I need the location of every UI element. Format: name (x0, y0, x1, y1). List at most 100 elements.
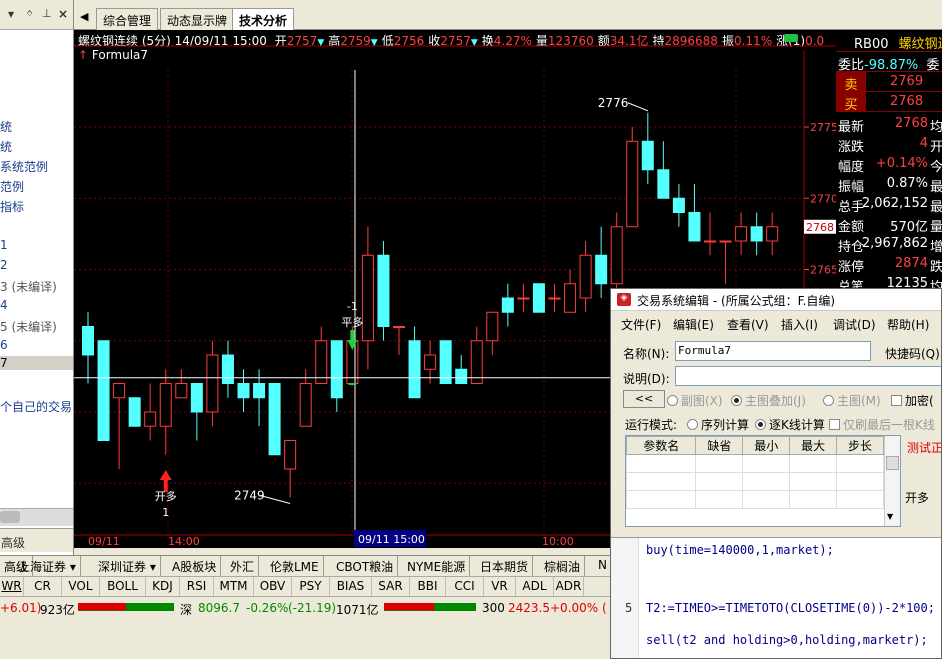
tree-item[interactable]: 系统范例 (0, 158, 48, 175)
tab-dynamic-board[interactable]: 动态显示牌 (160, 8, 235, 30)
code-line[interactable]: buy(time=140000,1,market); (646, 543, 834, 557)
menu-file[interactable]: 文件(F) (621, 316, 661, 333)
menu-view[interactable]: 查看(V) (727, 316, 769, 333)
param-header[interactable]: 缺省 (695, 436, 744, 455)
chart-option-main[interactable]: 主图(M) (823, 392, 881, 409)
refresh-last-bar-checkbox[interactable]: 仅刷最后一根K线 (829, 416, 935, 433)
candle-body (159, 383, 172, 427)
indicator-boll[interactable]: BOLL (100, 577, 146, 596)
indicator-obv[interactable]: OBV (254, 577, 292, 596)
tree-item[interactable]: 统 (0, 118, 12, 135)
code-editor[interactable]: 5 buy(time=140000,1,market); T2:=TIMEO>=… (611, 537, 941, 658)
quote-row-label: 幅度 (838, 160, 865, 175)
pin-icon[interactable]: ⊥ (42, 7, 52, 20)
param-header[interactable]: 最小 (742, 436, 791, 455)
candle-body (486, 311, 499, 342)
tab-forex[interactable]: 外汇 (226, 556, 260, 576)
menu-insert[interactable]: 插入(I) (781, 316, 818, 333)
quote-row-value: +0.14% (875, 156, 928, 171)
tab-scroll-left-icon[interactable]: ◀ (80, 10, 88, 23)
indicator-adr[interactable]: ADR (554, 577, 584, 596)
menu-edit[interactable]: 编辑(E) (673, 316, 714, 333)
indicator-cci[interactable]: CCI (446, 577, 484, 596)
quote-row-label: 持仓 (838, 240, 865, 255)
indicator-bias[interactable]: BIAS (330, 577, 372, 596)
indicator-rsi[interactable]: RSI (180, 577, 214, 596)
run-mode-series[interactable]: 序列计算 (687, 416, 749, 433)
test-label: 测试正 (907, 441, 942, 455)
candle-body (657, 169, 670, 199)
code-line[interactable]: sell(t2 and holding>0,holding,marketr); (646, 633, 928, 647)
code-line[interactable]: T2:=TIMEO>=TIMETOTO(CLOSETIME(0))-2*100; (646, 601, 935, 615)
quote-row-label: 金额 (838, 220, 865, 235)
tab-lme[interactable]: 伦敦LME (266, 556, 324, 576)
sh-breadth-bar (78, 603, 174, 611)
indicator-sar[interactable]: SAR (372, 577, 410, 596)
indicator-kdj[interactable]: KDJ (146, 577, 180, 596)
quote-row: 总手 2,062,152 最 (836, 194, 942, 215)
tab-shenzhen[interactable]: 深圳证券 ▾ (94, 556, 161, 576)
tab-a-share-board[interactable]: A股板块 (168, 556, 222, 576)
indicator-vol[interactable]: VOL (62, 577, 100, 596)
tree-item[interactable]: 个自己的交易 (0, 398, 72, 415)
tree-item[interactable]: 指标 (0, 198, 24, 215)
tab-nymex[interactable]: NYME能源 (403, 556, 471, 576)
tree-item[interactable]: 1 (0, 238, 8, 252)
param-scrollbar[interactable]: ▼ (884, 436, 900, 526)
param-row[interactable] (625, 472, 884, 491)
run-mode-per-bar[interactable]: 逐K线计算 (755, 416, 825, 433)
chart-option-sub[interactable]: 副图(X) (667, 392, 723, 409)
tab-cbot[interactable]: CBOT粮油 (332, 556, 399, 576)
scrollbar-thumb[interactable] (0, 511, 20, 523)
candle-body (641, 140, 654, 171)
tab-japan-futures[interactable]: 日本期货 (476, 556, 534, 576)
menu-help[interactable]: 帮助(H) (887, 316, 929, 333)
tab-general[interactable]: 综合管理 (96, 8, 159, 30)
indicator-adl[interactable]: ADL (516, 577, 554, 596)
param-header[interactable]: 最大 (789, 436, 838, 455)
tree-item[interactable]: 5 (未编译) (0, 318, 57, 335)
candle-body (455, 368, 468, 384)
indicator-bbi[interactable]: BBI (410, 577, 446, 596)
indicator-cr[interactable]: CR (24, 577, 62, 596)
tree-item[interactable]: 4 (0, 298, 8, 312)
indicator-mtm[interactable]: MTM (214, 577, 254, 596)
tab-palm-oil[interactable]: 棕榈油 (540, 556, 586, 576)
tree-item[interactable]: 2 (0, 258, 8, 272)
param-header[interactable]: 步长 (836, 436, 884, 455)
tree-item-selected[interactable]: 7 (0, 356, 73, 370)
tree-item[interactable]: 3 (未编译) (0, 278, 57, 295)
menu-debug[interactable]: 调试(D) (833, 316, 876, 333)
indicator-wr[interactable]: WR (0, 577, 24, 596)
indicator-psy[interactable]: PSY (292, 577, 330, 596)
chart-option-overlay[interactable]: 主图叠加(J) (731, 392, 806, 409)
tab-technical-analysis[interactable]: 技术分析 (232, 8, 295, 30)
sz-amount: 1071亿 (336, 603, 379, 617)
quote-row-value: 2874 (894, 256, 928, 271)
quote-row-right: 开 (930, 140, 942, 155)
collapse-button[interactable]: << (623, 390, 665, 408)
name-input[interactable]: Formula7 (675, 341, 871, 361)
quote-row-right: 最 (930, 200, 942, 215)
tree-item[interactable]: 范例 (0, 178, 24, 195)
dialog-titlebar[interactable]: ◈ 交易系统编辑 - (所属公式组：F.自编) (611, 289, 941, 311)
tab-shanghai[interactable]: 上海证券 ▾ (14, 556, 81, 576)
parameter-table[interactable]: 参数名 缺省 最小 最大 步长 ▼ (625, 435, 901, 527)
sz-breadth-bar (384, 603, 476, 611)
desc-input[interactable] (675, 366, 941, 386)
indicator-vr[interactable]: VR (484, 577, 516, 596)
encrypt-checkbox[interactable]: 加密( (891, 392, 934, 409)
pin-icon[interactable]: ᛜ (26, 7, 33, 21)
sz-change: -0.26% (246, 601, 289, 615)
candle-body (735, 226, 748, 242)
sz-diff: (-21.19) (288, 601, 337, 615)
dropdown-icon[interactable]: ▾ (8, 7, 14, 21)
param-header[interactable]: 参数名 (625, 436, 697, 455)
tree-item[interactable]: 6 (0, 338, 8, 352)
open-long-button[interactable]: 开多 (905, 489, 941, 506)
param-row[interactable] (625, 454, 884, 473)
param-row[interactable] (625, 490, 884, 509)
tree-item[interactable]: 统 (0, 138, 12, 155)
advanced-label[interactable]: 高级 (0, 528, 73, 552)
close-icon[interactable]: × (58, 7, 68, 21)
